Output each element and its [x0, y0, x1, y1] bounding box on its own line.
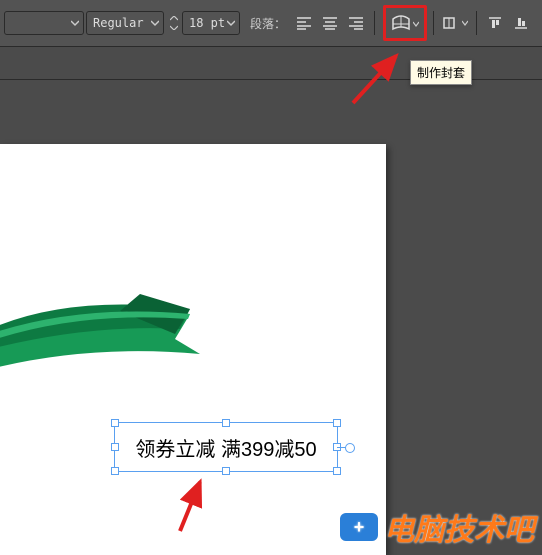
text-frame[interactable]: 领券立减 满399减50 — [114, 422, 338, 472]
align-bottom-button[interactable] — [509, 11, 533, 35]
char-rotation-button[interactable] — [440, 11, 470, 35]
font-size-dropdown[interactable]: 18 pt — [182, 11, 240, 35]
resize-handle[interactable] — [111, 443, 119, 451]
text-content[interactable]: 领券立减 满399减50 — [135, 433, 316, 462]
stepper-down-icon[interactable] — [168, 23, 180, 32]
chevron-down-icon — [151, 19, 159, 27]
chevron-down-icon — [413, 14, 419, 32]
font-style-value: Regular — [93, 16, 144, 30]
artboard[interactable]: 领券立减 满399减50 — [0, 144, 386, 555]
resize-handle[interactable] — [333, 419, 341, 427]
font-size-stepper[interactable] — [168, 14, 180, 32]
align-right-button[interactable] — [344, 11, 368, 35]
font-size-value: 18 pt — [189, 16, 225, 30]
resize-handle[interactable] — [111, 467, 119, 475]
align-left-button[interactable] — [292, 11, 316, 35]
ribbon-graphic — [0, 289, 230, 379]
make-envelope-button[interactable] — [391, 14, 419, 32]
envelope-tooltip: 制作封套 — [410, 60, 472, 85]
watermark-logo-icon — [340, 513, 378, 541]
chevron-down-icon — [462, 20, 468, 26]
paragraph-label: 段落： — [250, 15, 286, 32]
separator — [374, 11, 375, 35]
separator — [433, 11, 434, 35]
resize-handle[interactable] — [222, 419, 230, 427]
align-top-button[interactable] — [483, 11, 507, 35]
chevron-down-icon — [227, 19, 235, 27]
align-center-button[interactable] — [318, 11, 342, 35]
text-thread-port[interactable] — [345, 443, 355, 453]
font-family-dropdown[interactable] — [4, 11, 84, 35]
stepper-up-icon[interactable] — [168, 14, 180, 23]
separator — [476, 11, 477, 35]
watermark-text: 电脑技术吧 — [384, 505, 534, 549]
annotation-arrow-icon — [170, 476, 210, 536]
font-style-dropdown[interactable]: Regular — [86, 11, 164, 35]
watermark: 电脑技术吧 — [340, 505, 534, 549]
envelope-warp-icon — [391, 15, 411, 31]
resize-handle[interactable] — [222, 467, 230, 475]
make-envelope-button-highlight — [383, 5, 427, 41]
text-options-toolbar: Regular 18 pt 段落： — [0, 0, 542, 47]
resize-handle[interactable] — [333, 467, 341, 475]
resize-handle[interactable] — [111, 419, 119, 427]
chevron-down-icon — [71, 19, 79, 27]
